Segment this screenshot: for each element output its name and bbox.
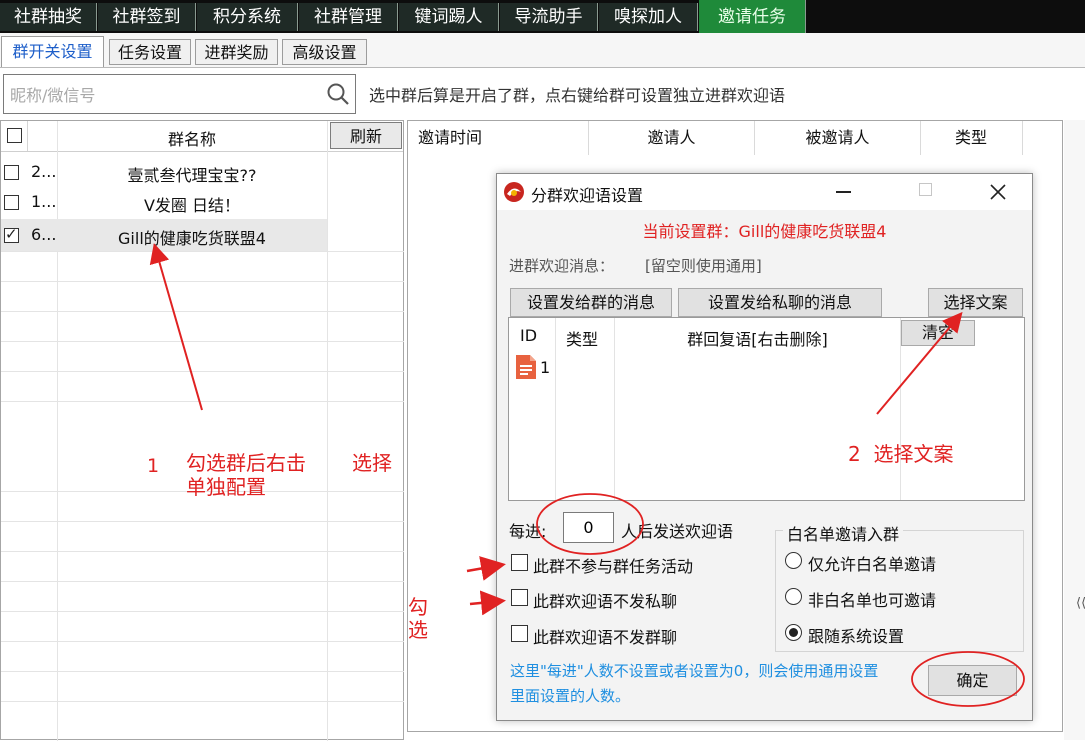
clear-button[interactable]: 清空 — [901, 320, 975, 346]
maximize-icon[interactable] — [919, 183, 932, 196]
header-type: 类型 — [566, 330, 599, 349]
row-divider — [1, 701, 404, 702]
group-row-name: Gill的健康吃货联盟4 — [118, 229, 266, 248]
no-private-welcome-checkbox[interactable] — [511, 589, 528, 606]
row-divider — [1, 401, 404, 402]
row-divider — [1, 371, 404, 372]
hint-text: 选中群后算是开启了群，点右键给群可设置独立进群欢迎语 — [369, 86, 786, 105]
right-edge-panel — [1064, 120, 1085, 740]
tab-points[interactable]: 积分系统 — [197, 3, 298, 31]
step1-select: 选择 — [352, 451, 392, 475]
close-icon[interactable] — [989, 183, 1007, 201]
column-divider — [27, 121, 28, 151]
count-note: 这里"每进"人数不设置或者设置为0，则会使用通用设置里面设置的人数。 — [510, 662, 879, 705]
header-id: ID — [520, 326, 538, 345]
group-row-id: 1... — [31, 192, 57, 211]
welcome-message-note: [留空则使用通用] — [645, 257, 762, 275]
dialog-titlebar[interactable]: 分群欢迎语设置 — [497, 174, 1032, 210]
header-inviter: 邀请人 — [647, 128, 696, 147]
column-divider — [555, 318, 556, 500]
every-count-input[interactable] — [563, 512, 614, 543]
subtab-task-settings[interactable]: 任务设置 — [109, 39, 191, 65]
set-group-message-button[interactable]: 设置发给群的消息 — [510, 288, 672, 317]
group-row[interactable]: 2... 壹贰叁代理宝宝?? — [1, 157, 403, 187]
header-type: 类型 — [954, 128, 987, 147]
header-invite-time: 邀请时间 — [418, 128, 483, 147]
ok-button[interactable]: 确定 — [928, 665, 1017, 696]
reply-list: ID 类型 群回复语[右击删除] 清空 1 — [508, 317, 1025, 501]
minimize-icon[interactable] — [836, 191, 851, 193]
search-icon[interactable] — [326, 82, 350, 106]
group-row-name: 壹贰叁代理宝宝?? — [127, 166, 257, 185]
group-row-selected[interactable]: 6... Gill的健康吃货联盟4 — [1, 219, 327, 251]
group-table: 群名称 刷新 2... 壹贰叁代理宝宝?? 1... V发圈 日结！ 6... … — [0, 120, 404, 741]
select-copy-button[interactable]: 选择文案 — [928, 288, 1023, 317]
search-box — [3, 74, 356, 114]
row-divider — [1, 641, 404, 642]
tab-sniff-add[interactable]: 嗅探加人 — [599, 3, 698, 31]
whitelist-title: 白名单邀请入群 — [783, 521, 904, 545]
tab-checkin[interactable]: 社群签到 — [98, 3, 196, 31]
non-whitelist-label: 非白名单也可邀请 — [808, 591, 937, 610]
reply-row[interactable]: 1 — [509, 352, 1024, 382]
check-annotation-2: 选 — [408, 618, 428, 642]
tab-invite-task[interactable]: 邀请任务 — [699, 0, 806, 33]
row-divider — [1, 581, 404, 582]
group-row-checkbox[interactable] — [4, 195, 19, 210]
group-row-id: 6... — [31, 225, 57, 244]
welcome-message-label: 进群欢迎消息： — [509, 257, 615, 275]
tab-keyword-kick[interactable]: 键词踢人 — [399, 3, 499, 31]
row-divider — [1, 521, 404, 522]
step2-text: 2 选择文案 — [848, 442, 954, 466]
follow-system-radio[interactable] — [785, 624, 802, 641]
document-icon — [516, 355, 536, 379]
whitelist-only-label: 仅允许白名单邀请 — [808, 555, 937, 574]
row-divider — [1, 281, 404, 282]
group-row-id: 2... — [31, 162, 57, 181]
column-divider — [1022, 121, 1023, 155]
refresh-button[interactable]: 刷新 — [330, 122, 402, 149]
search-input[interactable] — [8, 83, 312, 107]
non-whitelist-radio[interactable] — [785, 588, 802, 605]
reply-row-id: 1 — [540, 358, 551, 377]
subtab-group-switch[interactable]: 群开关设置 — [1, 36, 104, 67]
tab-traffic-helper[interactable]: 导流助手 — [500, 3, 598, 31]
header-invitee: 被邀请人 — [805, 128, 870, 147]
step1-number: 1 — [147, 455, 160, 477]
no-group-welcome-label: 此群欢迎语不发群聊 — [533, 628, 678, 647]
whitelist-only-radio[interactable] — [785, 552, 802, 569]
subtab-advanced[interactable]: 高级设置 — [282, 39, 367, 65]
row-divider — [1, 311, 404, 312]
sub-tab-bar: 群开关设置 任务设置 进群奖励 高级设置 — [0, 33, 1085, 68]
group-row[interactable]: 1... V发圈 日结！ — [1, 187, 403, 217]
top-tab-bar: 社群抽奖 社群签到 积分系统 社群管理 键词踢人 导流助手 嗅探加人 邀请任务 — [0, 0, 1085, 33]
follow-system-label: 跟随系统设置 — [808, 627, 905, 646]
app-logo-icon — [504, 182, 524, 202]
select-all-checkbox[interactable] — [7, 128, 22, 143]
row-divider — [1, 251, 404, 252]
collapse-chevron-icon[interactable]: ⟨⟨ — [1076, 596, 1085, 611]
row-divider — [1, 341, 404, 342]
every-suffix-label: 人后发送欢迎语 — [621, 522, 734, 541]
dialog-title: 分群欢迎语设置 — [531, 186, 644, 205]
tab-lottery[interactable]: 社群抽奖 — [0, 3, 97, 31]
current-group-label: 当前设置群：Gill的健康吃货联盟4 — [642, 222, 887, 241]
tab-group-manage[interactable]: 社群管理 — [299, 3, 398, 31]
row-divider — [1, 671, 404, 672]
set-private-message-button[interactable]: 设置发给私聊的消息 — [678, 288, 882, 317]
group-row-checkbox[interactable] — [4, 165, 19, 180]
group-row-checkbox[interactable] — [4, 225, 19, 243]
no-group-task-label: 此群不参与群任务活动 — [533, 557, 694, 576]
step1-text-2: 单独配置 — [186, 475, 266, 499]
no-group-task-checkbox[interactable] — [511, 554, 528, 571]
header-reply: 群回复语[右击删除] — [687, 330, 828, 349]
group-name-header: 群名称 — [167, 130, 216, 149]
subtab-join-reward[interactable]: 进群奖励 — [195, 39, 278, 65]
every-prefix-label: 每进: — [509, 522, 547, 541]
group-row-name: V发圈 日结！ — [143, 196, 241, 215]
row-divider — [1, 551, 404, 552]
row-divider — [1, 611, 404, 612]
no-private-welcome-label: 此群欢迎语不发私聊 — [533, 592, 678, 611]
no-group-welcome-checkbox[interactable] — [511, 625, 528, 642]
